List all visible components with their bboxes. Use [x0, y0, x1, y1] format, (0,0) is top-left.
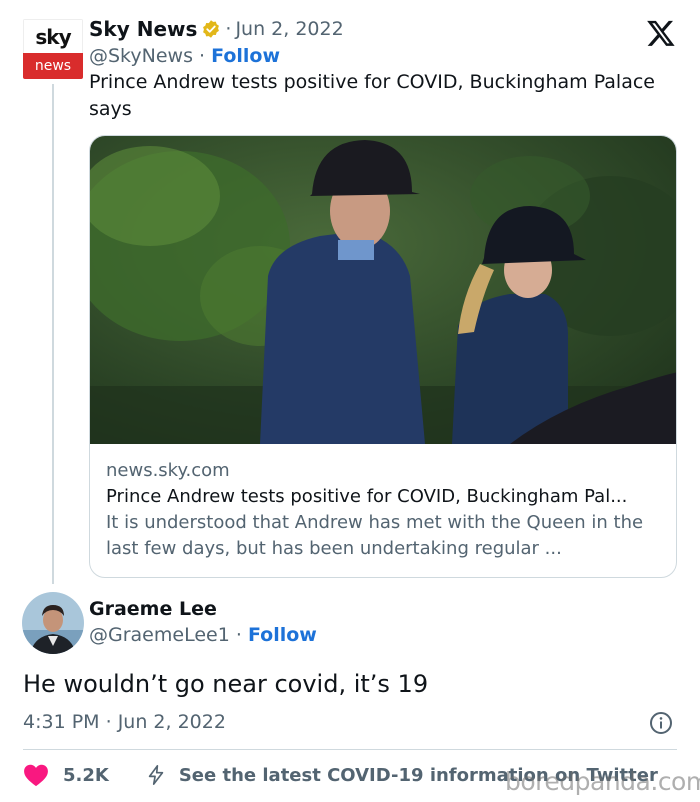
tweet-header: Sky News · Jun 2, 2022 — [89, 17, 344, 41]
card-domain: news.sky.com — [106, 460, 230, 481]
avatar-bottom-text: news — [23, 53, 83, 79]
lightning-icon — [148, 765, 164, 785]
separator-dot: · — [235, 624, 242, 646]
link-card[interactable]: news.sky.com Prince Andrew tests positiv… — [89, 135, 677, 578]
reply-time: 4:31 PM — [23, 711, 100, 733]
separator-dot: · — [105, 711, 112, 733]
tweet-subheader: @SkyNews · Follow — [89, 45, 280, 67]
reply-subheader: @GraemeLee1 · Follow — [89, 624, 317, 646]
divider — [23, 749, 677, 750]
tweet-date[interactable]: Jun 2, 2022 — [235, 18, 343, 40]
tweet-text: Prince Andrew tests positive for COVID, … — [89, 71, 655, 120]
separator-dot: · — [225, 18, 232, 40]
reply-timestamp[interactable]: 4:31 PM · Jun 2, 2022 — [23, 711, 226, 733]
author-handle[interactable]: @SkyNews — [89, 45, 193, 67]
card-description: It is understood that Andrew has met wit… — [106, 512, 644, 559]
avatar-top-text: sky — [23, 19, 83, 53]
reply-date: Jun 2, 2022 — [117, 711, 226, 733]
reply-author-handle[interactable]: @GraemeLee1 — [89, 624, 230, 646]
reply-avatar[interactable] — [22, 592, 84, 654]
separator-dot: · — [199, 45, 206, 67]
card-image — [90, 136, 676, 444]
reply-author-name[interactable]: Graeme Lee — [89, 598, 217, 620]
heart-icon[interactable] — [23, 763, 49, 787]
reply-follow-button[interactable]: Follow — [248, 624, 317, 646]
info-icon[interactable] — [649, 711, 673, 735]
card-body: news.sky.com Prince Andrew tests positiv… — [106, 458, 662, 562]
sky-news-avatar[interactable]: sky news — [23, 19, 83, 79]
reply-text: He wouldn’t go near covid, it’s 19 — [23, 670, 429, 698]
verified-badge-icon — [203, 20, 220, 38]
thread-line — [52, 84, 54, 584]
watermark: boredpanda.com — [505, 767, 700, 796]
like-count[interactable]: 5.2K — [63, 765, 109, 786]
x-logo-icon[interactable] — [646, 18, 676, 48]
author-name[interactable]: Sky News — [89, 17, 197, 41]
follow-button[interactable]: Follow — [211, 45, 280, 67]
card-title: Prince Andrew tests positive for COVID, … — [106, 486, 628, 507]
